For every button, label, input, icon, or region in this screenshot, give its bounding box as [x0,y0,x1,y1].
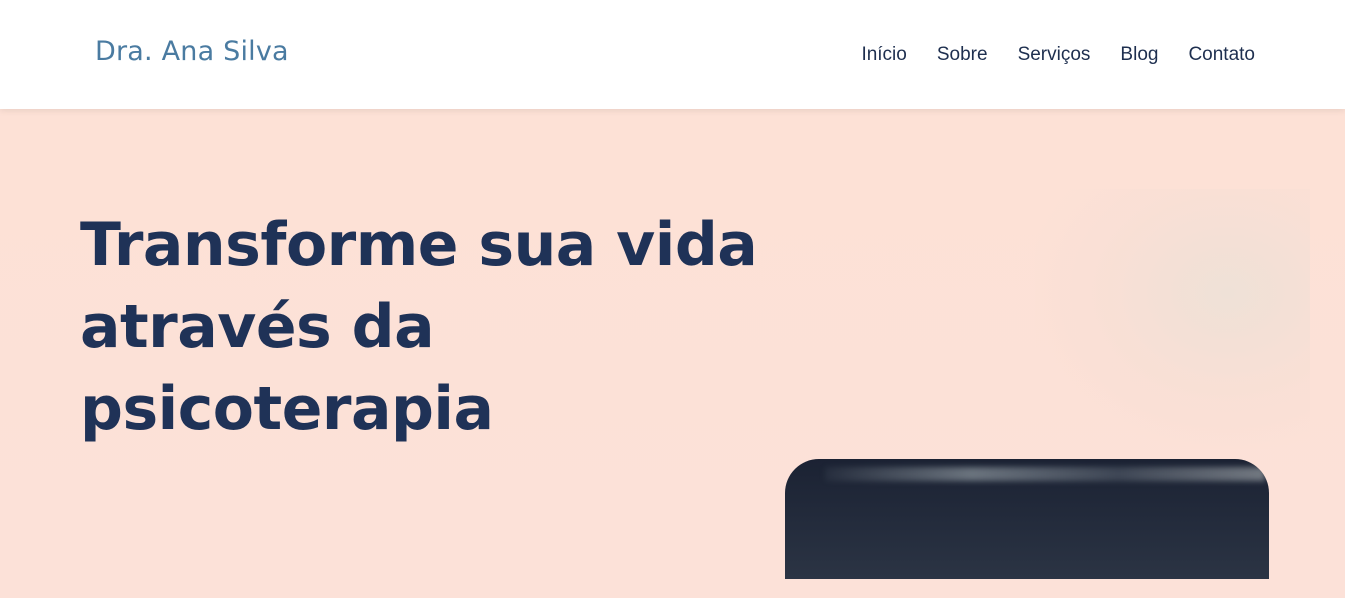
nav-link-contato[interactable]: Contato [1188,44,1255,67]
site-header: Dra. Ana Silva Início Sobre Serviços Blo… [0,0,1345,109]
hero-decorative-blur [1035,189,1310,449]
hero-photo [785,459,1269,579]
nav-link-blog[interactable]: Blog [1120,44,1158,67]
photo-highlight [825,467,1265,481]
brand-logo[interactable]: Dra. Ana Silva [95,36,289,68]
nav-link-sobre[interactable]: Sobre [937,44,988,67]
hero-title: Transforme sua vida através da psicotera… [80,210,758,444]
main-nav: Início Sobre Serviços Blog Contato [861,44,1255,67]
nav-link-inicio[interactable]: Início [861,44,906,67]
nav-link-servicos[interactable]: Serviços [1018,44,1091,67]
